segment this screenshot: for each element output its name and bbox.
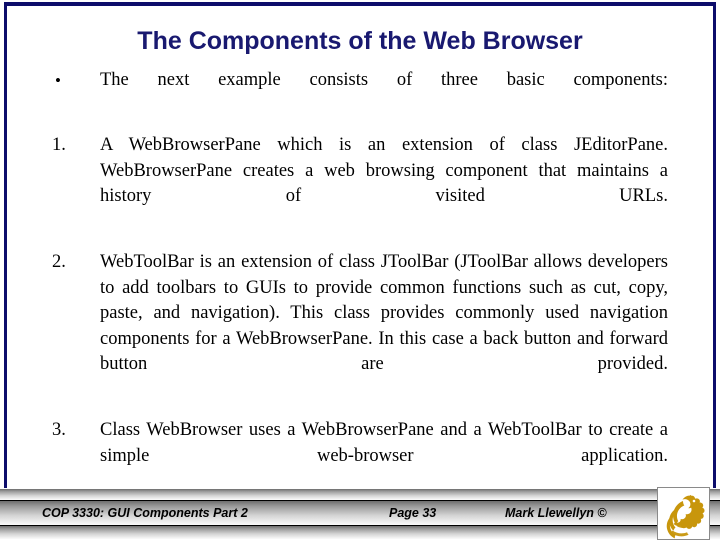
pegasus-icon <box>666 495 705 539</box>
list-item: 2. WebToolBar is an extension of class J… <box>0 250 720 403</box>
list-number-marker: 2. <box>52 252 66 272</box>
list-item-text: The next example consists of three basic… <box>100 70 668 90</box>
bullet-marker: • <box>55 71 61 90</box>
slide-body: • The next example consists of three bas… <box>0 68 720 495</box>
list-item-text: WebToolBar is an extension of class JToo… <box>100 252 668 374</box>
slide-title: The Components of the Web Browser <box>137 27 583 55</box>
list-item: 1. A WebBrowserPane which is an extensio… <box>0 133 720 235</box>
slide-footer: COP 3330: GUI Components Part 2 Page 33 … <box>0 489 720 540</box>
slide-canvas: The Components of the Web Browser • The … <box>0 0 720 540</box>
footer-page-number: Page 33 <box>389 506 437 520</box>
list-item: 3. Class WebBrowser uses a WebBrowserPan… <box>0 418 720 495</box>
footer-band-bottom <box>0 526 720 539</box>
footer-course-label: COP 3330: GUI Components Part 2 <box>42 506 248 520</box>
list-item-text: A WebBrowserPane which is an extension o… <box>100 135 668 206</box>
slide-border-top <box>4 2 716 6</box>
footer-band-top <box>0 489 720 501</box>
list-number-marker: 3. <box>52 420 66 440</box>
list-item-text: Class WebBrowser uses a WebBrowserPane a… <box>100 420 668 466</box>
list-number-marker: 1. <box>52 135 66 155</box>
footer-author-label: Mark Llewellyn © <box>505 506 607 520</box>
ucf-pegasus-logo <box>657 487 710 540</box>
list-item: • The next example consists of three bas… <box>0 68 720 119</box>
